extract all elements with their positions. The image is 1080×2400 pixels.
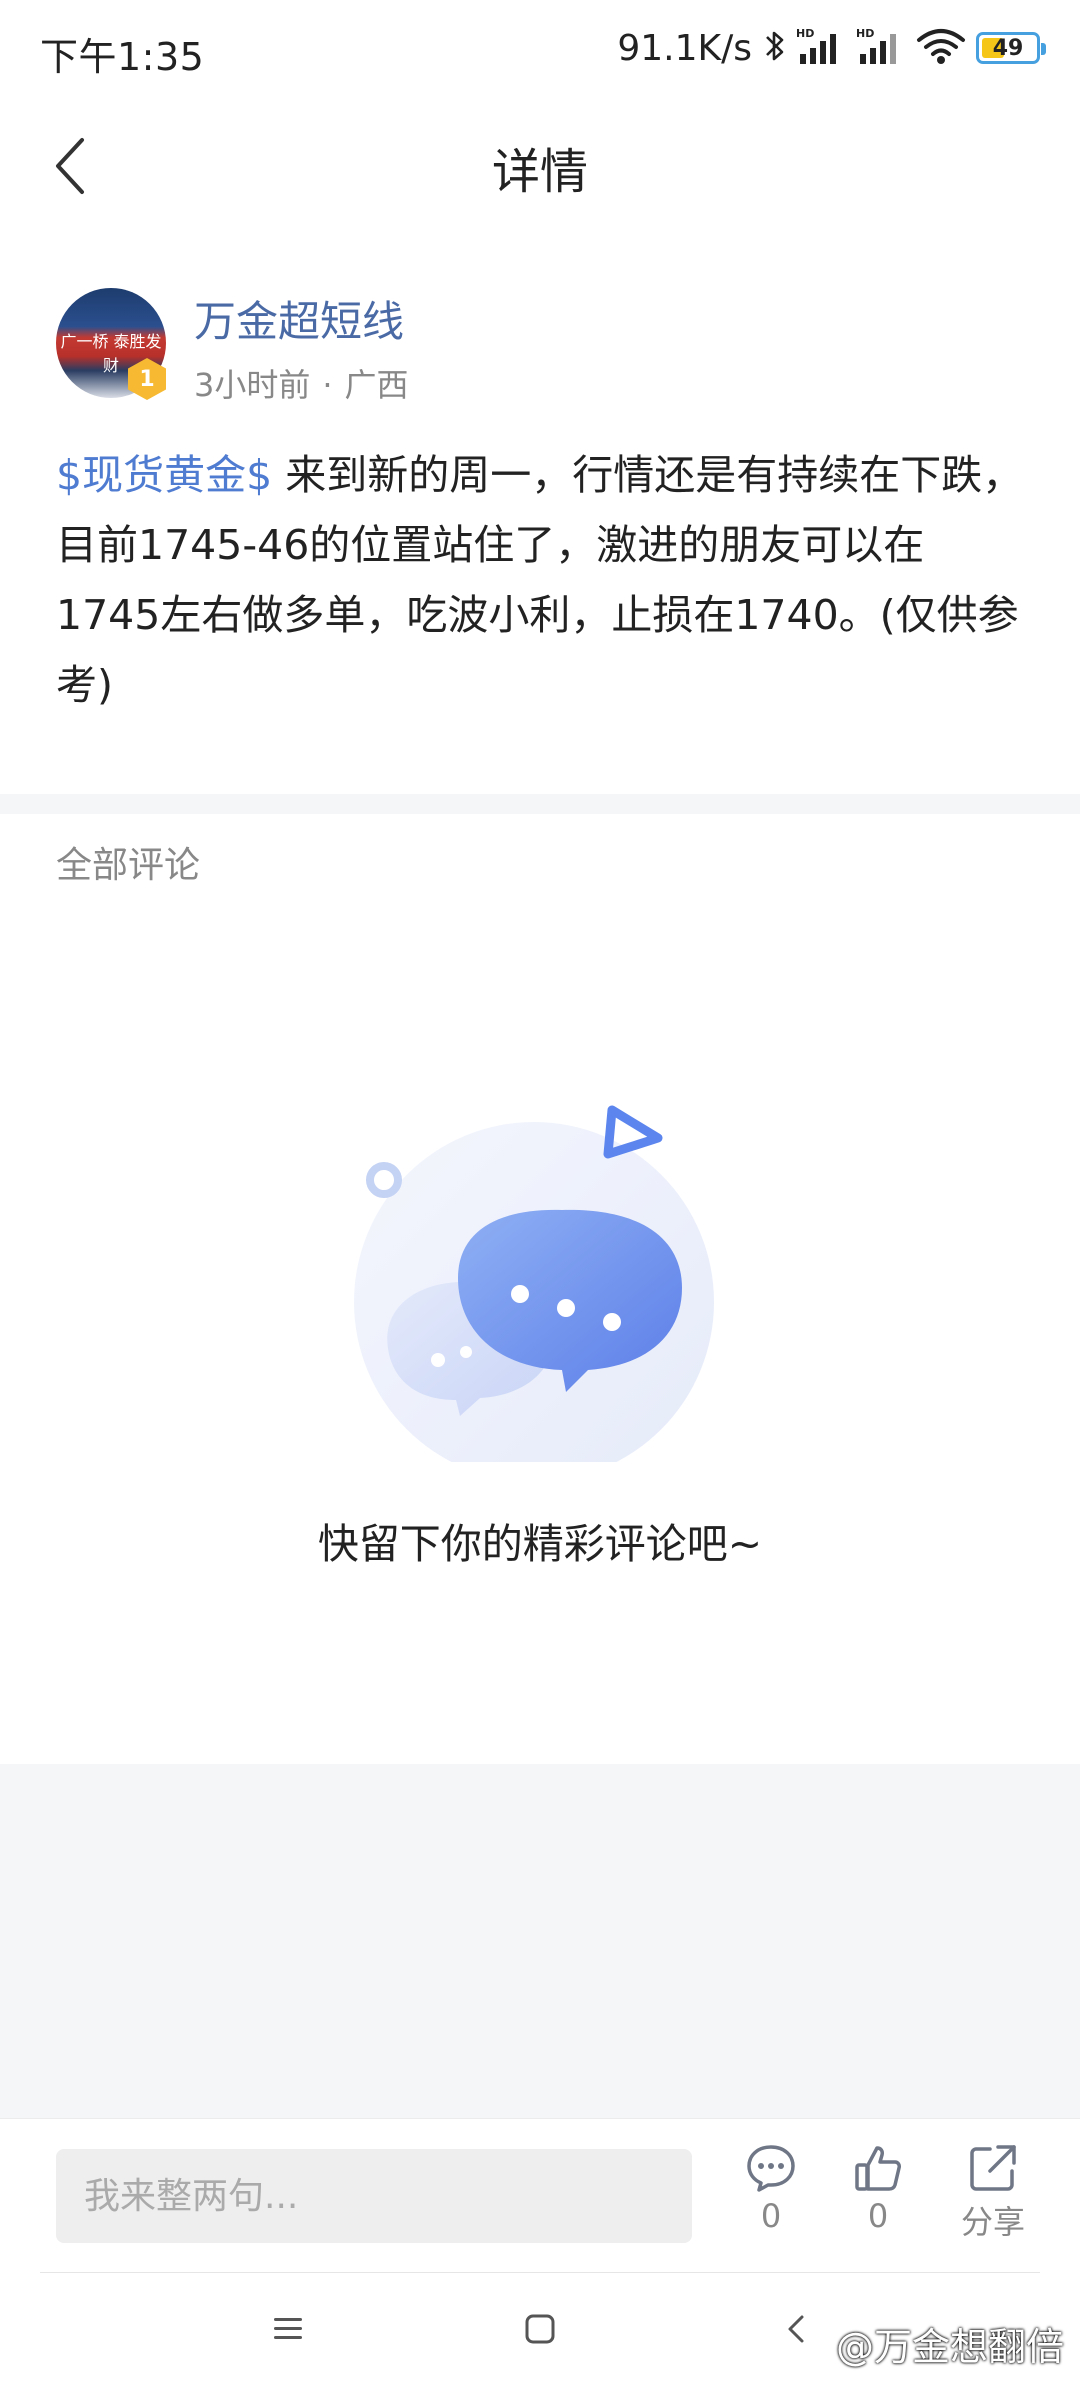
comment-icon — [747, 2145, 795, 2192]
share-icon — [970, 2145, 1016, 2191]
page-title: 详情 — [491, 144, 588, 200]
share-button[interactable]: 分享 — [938, 2143, 1048, 2253]
comments-section: 全部评论 快留下你的精彩评论吧~ — [0, 814, 1080, 1764]
menu-icon — [274, 2318, 302, 2339]
comment-button[interactable]: 0 — [716, 2143, 826, 2253]
top-navigation: 详情 — [0, 96, 1080, 236]
signal-hd-icon: HD — [856, 26, 906, 70]
nav-back-button[interactable] — [784, 2314, 808, 2348]
battery-level: 49 — [992, 35, 1024, 61]
status-bar: 下午1:35 91.1K/s HD HD 49 — [0, 0, 1080, 96]
like-button[interactable]: 0 — [823, 2143, 933, 2253]
post-card: 广一桥 泰胜发财 1 万金超短线 3小时前 · 广西 $现货黄金$ 来到新的周一，行… — [0, 236, 1080, 794]
system-nav-bar: @万金想翻倍 — [0, 2272, 1080, 2400]
author-name[interactable]: 万金超短线 — [194, 288, 404, 349]
thumbs-up-icon — [855, 2146, 901, 2191]
meta-separator: · — [322, 366, 333, 404]
bluetooth-icon — [764, 28, 786, 68]
home-button[interactable] — [524, 2314, 556, 2348]
bottom-action-bar: 0 0 分享 — [0, 2118, 1080, 2272]
home-square-icon — [525, 2314, 555, 2344]
nav-divider — [40, 2272, 1040, 2273]
svg-text:HD: HD — [856, 27, 874, 40]
stock-tag-link[interactable]: $现货黄金$ — [56, 451, 272, 499]
net-speed: 91.1K/s — [617, 27, 752, 69]
menu-button[interactable] — [272, 2314, 304, 2348]
status-time: 下午1:35 — [40, 35, 205, 79]
signal-hd-icon: HD — [796, 26, 846, 70]
post-time: 3小时前 — [194, 366, 311, 404]
post-content: $现货黄金$ 来到新的周一，行情还是有持续在下跌，目前1745-46的位置站住了… — [56, 440, 1024, 720]
empty-comments-illustration — [340, 1082, 740, 1482]
svg-text:HD: HD — [796, 27, 814, 40]
post-location: 广西 — [344, 366, 409, 404]
battery-icon: 49 — [976, 32, 1046, 64]
back-triangle-icon — [788, 2315, 804, 2343]
detail-page: 下午1:35 91.1K/s HD HD 49 详情 广一桥 泰胜发财 1 万金… — [0, 0, 1080, 2400]
share-label: 分享 — [960, 2203, 1025, 2241]
like-count: 0 — [867, 2197, 889, 2235]
comments-title: 全部评论 — [56, 845, 201, 886]
status-icons: 91.1K/s HD HD 49 — [617, 22, 1046, 74]
empty-comments-text: 快留下你的精彩评论吧~ — [317, 1520, 763, 1568]
comment-count: 0 — [760, 2197, 782, 2235]
wifi-icon — [916, 26, 966, 70]
post-meta: 3小时前 · 广西 — [194, 360, 409, 406]
comment-input[interactable] — [56, 2149, 692, 2243]
watermark: @万金想翻倍 — [835, 2325, 1064, 2369]
